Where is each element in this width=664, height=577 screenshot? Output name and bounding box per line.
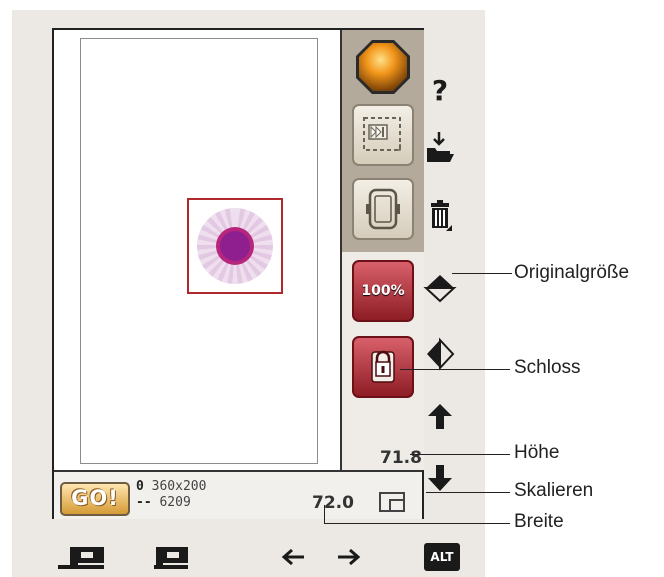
hoop-size: 360x200 xyxy=(151,479,207,494)
callout-line-scale xyxy=(426,492,510,493)
height-value: 71.8 xyxy=(380,448,422,468)
arrow-right-icon[interactable] xyxy=(336,546,362,572)
help-icon[interactable]: ? xyxy=(420,72,460,108)
hoop-icon xyxy=(366,188,400,230)
trash-icon[interactable] xyxy=(420,198,460,234)
hoop-size-row: 0 360x200 xyxy=(136,479,206,494)
sewing-mode-icon[interactable] xyxy=(56,543,106,575)
arrow-down-icon[interactable] xyxy=(420,460,460,496)
tool-column: 100% xyxy=(340,30,424,470)
load-icon[interactable] xyxy=(420,130,460,166)
lock-icon xyxy=(371,350,395,383)
hoop-outline xyxy=(80,38,318,464)
status-bar: GO! 0 360x200 -- 6209 72.0 xyxy=(54,470,422,519)
design-selection[interactable] xyxy=(187,198,283,294)
callout-original-size: Originalgröße xyxy=(514,262,630,283)
callout-height: Höhe xyxy=(514,442,560,463)
flower-center xyxy=(216,227,254,265)
hoop-symbol: 0 xyxy=(136,479,144,494)
gem-icon[interactable] xyxy=(352,36,414,98)
skip-icon xyxy=(363,117,401,151)
arrow-left-icon[interactable] xyxy=(280,546,306,572)
callout-line-original-size xyxy=(452,273,512,274)
original-size-button[interactable]: 100% xyxy=(352,260,414,322)
callout-line-width-vertical xyxy=(324,505,325,523)
machine-screen: 100% GO! 0 360x200 -- 6209 72.0 71.8 ? A… xyxy=(12,10,485,577)
stitch-count-row: -- 6209 xyxy=(136,495,191,510)
width-value: 72.0 xyxy=(312,493,354,513)
embroidery-edit-panel: 100% GO! 0 360x200 -- 6209 72.0 71.8 xyxy=(52,28,424,519)
callout-line-lock xyxy=(400,369,510,370)
scale-icon[interactable] xyxy=(378,490,408,514)
design-canvas[interactable] xyxy=(54,30,340,470)
hoop-button[interactable] xyxy=(352,178,414,240)
callout-width: Breite xyxy=(514,511,564,532)
alt-icon[interactable]: ALT xyxy=(424,543,460,571)
stitch-symbol: -- xyxy=(136,495,152,510)
callout-scale: Skalieren xyxy=(514,480,594,501)
embroidery-mode-icon[interactable] xyxy=(150,543,192,575)
go-button[interactable]: GO! xyxy=(60,482,130,516)
callout-lock: Schloss xyxy=(514,357,581,378)
help-label: ? xyxy=(431,73,449,107)
callout-line-height xyxy=(410,454,510,455)
arrow-up-icon[interactable] xyxy=(420,398,460,434)
lock-button[interactable] xyxy=(352,336,414,398)
callout-line-width xyxy=(324,523,510,524)
stitch-count: 6209 xyxy=(159,495,191,510)
flip-vertical-icon[interactable] xyxy=(420,270,460,306)
original-size-label: 100% xyxy=(361,283,405,299)
skip-button[interactable] xyxy=(352,104,414,166)
flip-horizontal-icon[interactable] xyxy=(420,336,460,372)
